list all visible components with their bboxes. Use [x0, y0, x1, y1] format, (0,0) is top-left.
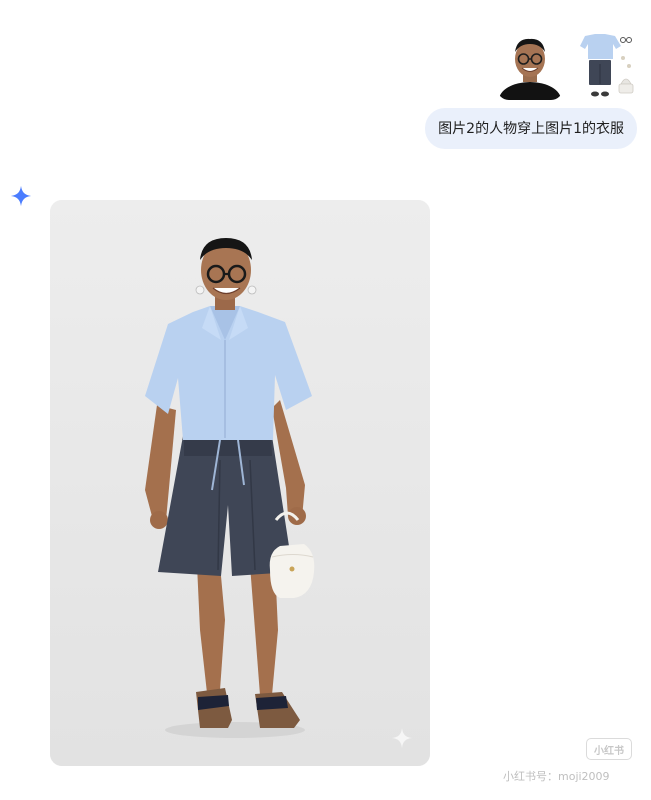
watermark-logo: 小红书 [586, 738, 632, 760]
outfit-flatlay-illustration [571, 32, 637, 100]
user-attachments [497, 32, 637, 102]
portrait-illustration [497, 32, 563, 100]
generated-image[interactable] [50, 200, 430, 766]
user-message-text: 图片2的人物穿上图片1的衣服 [438, 120, 624, 137]
watermark-logo-text: 小红书 [594, 745, 624, 757]
watermark-text: 小红书号：moji2009 [503, 770, 610, 783]
user-message-bubble: 图片2的人物穿上图片1的衣服 [425, 108, 637, 149]
attachment-portrait-image[interactable] [497, 32, 563, 100]
assistant-sparkle-icon [10, 185, 32, 207]
attachment-outfit-image[interactable] [571, 32, 637, 100]
generated-person-illustration [50, 200, 430, 766]
